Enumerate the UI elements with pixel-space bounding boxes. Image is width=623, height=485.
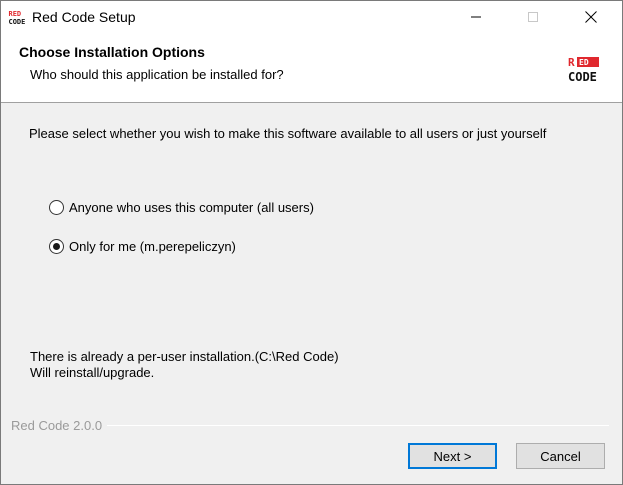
red-code-icon: RED CODE — [8, 9, 25, 25]
existing-install-notice: There is already a per-user installation… — [30, 349, 339, 381]
instruction-text: Please select whether you wish to make t… — [29, 126, 547, 141]
radio-all-users[interactable] — [49, 200, 64, 215]
option-label[interactable]: Only for me (m.perepeliczyn) — [69, 239, 236, 254]
maximize-icon — [528, 11, 538, 22]
svg-text:CODE: CODE — [9, 18, 26, 25]
window-title: Red Code Setup — [32, 9, 136, 25]
svg-text:RED: RED — [9, 10, 22, 18]
footer-divider — [107, 425, 609, 426]
minimize-icon — [471, 16, 481, 17]
page-title: Choose Installation Options — [19, 44, 205, 60]
page-subtitle: Who should this application be installed… — [30, 67, 284, 82]
svg-text:ED: ED — [579, 58, 589, 67]
maximize-button[interactable] — [510, 1, 556, 32]
setup-window: RED CODE Red Code Setup Choose Installat… — [0, 0, 623, 485]
notice-line: Will reinstall/upgrade. — [30, 365, 155, 380]
minimize-button[interactable] — [453, 1, 499, 32]
notice-line: There is already a per-user installation… — [30, 349, 339, 364]
red-code-logo: R ED CODE — [568, 56, 599, 84]
next-button[interactable]: Next > — [408, 443, 497, 469]
close-icon — [585, 10, 597, 23]
footer-branding: Red Code 2.0.0 — [11, 418, 609, 433]
close-button[interactable] — [568, 1, 614, 32]
option-only-me[interactable]: Only for me (m.perepeliczyn) — [49, 239, 236, 254]
cancel-button[interactable]: Cancel — [516, 443, 605, 469]
page-header: Choose Installation Options Who should t… — [1, 32, 622, 103]
option-all-users[interactable]: Anyone who uses this computer (all users… — [49, 200, 314, 215]
title-bar[interactable]: RED CODE Red Code Setup — [1, 1, 622, 32]
svg-text:R: R — [568, 56, 575, 69]
option-label[interactable]: Anyone who uses this computer (all users… — [69, 200, 314, 215]
version-label: Red Code 2.0.0 — [11, 418, 103, 433]
radio-only-me[interactable] — [49, 239, 64, 254]
svg-text:CODE: CODE — [568, 70, 597, 84]
